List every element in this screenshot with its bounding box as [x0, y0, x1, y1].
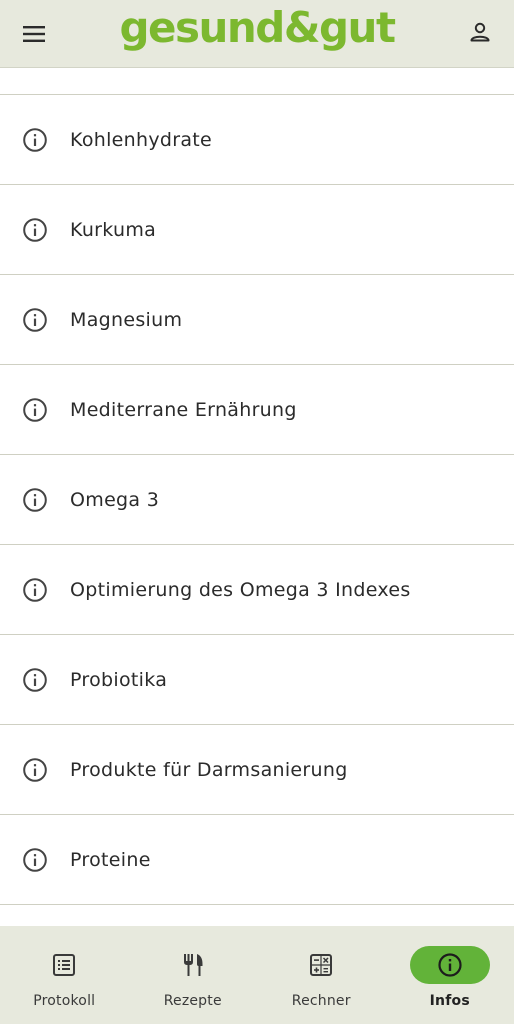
bottom-navigation: Protokoll Rezepte Rechner Infos — [0, 926, 514, 1024]
fork-knife-icon — [180, 952, 206, 978]
list-item[interactable]: Kurkuma — [0, 185, 514, 275]
list-divider — [0, 68, 514, 95]
list-item-label: Kohlenhydrate — [70, 128, 213, 151]
nav-icon-container — [24, 946, 104, 984]
list-item-label: Kurkuma — [70, 218, 157, 241]
info-icon — [22, 667, 48, 693]
nav-protokoll[interactable]: Protokoll — [0, 926, 129, 1024]
person-icon — [468, 20, 492, 44]
list-icon — [51, 952, 77, 978]
info-list: Kohlenhydrate Kurkuma Magnesium Mediterrane… — [0, 68, 514, 926]
info-icon — [22, 577, 48, 603]
list-item-label: Proteine — [70, 848, 151, 871]
nav-label: Rechner — [291, 993, 351, 1009]
info-icon — [22, 757, 48, 783]
nav-rezepte[interactable]: Rezepte — [129, 926, 258, 1024]
info-icon — [22, 217, 48, 243]
nav-active-pill — [409, 946, 490, 984]
info-icon — [437, 952, 463, 978]
nav-label: Rezepte — [163, 993, 222, 1009]
top-app-bar: gesund&gut — [0, 0, 514, 68]
list-item-label: Optimierung des Omega 3 Indexes — [70, 578, 411, 601]
list-item-label: Probiotika — [70, 668, 168, 691]
list-item-label: Magnesium — [70, 308, 183, 331]
calculator-icon — [308, 952, 334, 978]
list-item[interactable]: Probiotika — [0, 635, 514, 725]
list-item[interactable]: Produkte für Darmsanierung — [0, 725, 514, 815]
info-icon — [22, 307, 48, 333]
nav-infos[interactable]: Infos — [386, 926, 514, 1024]
nav-rechner[interactable]: Rechner — [257, 926, 386, 1024]
list-item-label: Mediterrane Ernährung — [70, 398, 297, 421]
list-item-label: Omega 3 — [70, 488, 160, 511]
nav-label: Infos — [429, 993, 470, 1009]
app-logo: gesund&gut — [119, 3, 396, 52]
list-item[interactable]: Proteine — [0, 815, 514, 905]
list-item[interactable]: Omega 3 — [0, 455, 514, 545]
list-item[interactable]: Mediterrane Ernährung — [0, 365, 514, 455]
info-icon — [22, 487, 48, 513]
list-item[interactable]: Optimierung des Omega 3 Indexes — [0, 545, 514, 635]
list-item[interactable]: Kohlenhydrate — [0, 95, 514, 185]
nav-icon-container — [281, 946, 361, 984]
list-item-label: Produkte für Darmsanierung — [70, 758, 348, 781]
list-item[interactable]: Magnesium — [0, 275, 514, 365]
nav-icon-container — [153, 946, 233, 984]
app-root: gesund&gut Kohlenhydrate Kurkuma Magnesium… — [0, 0, 514, 1024]
nav-label: Protokoll — [33, 993, 96, 1009]
info-icon — [22, 397, 48, 423]
info-icon — [22, 127, 48, 153]
info-icon — [22, 847, 48, 873]
profile-button[interactable] — [460, 14, 500, 50]
